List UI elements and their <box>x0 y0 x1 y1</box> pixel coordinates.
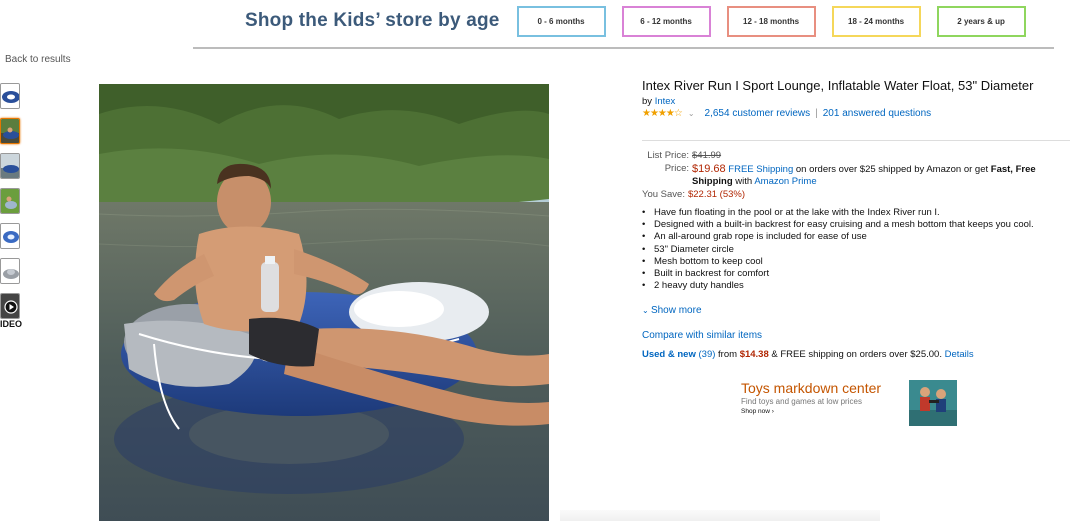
offer-count-link[interactable]: (39) <box>699 349 716 360</box>
thumbnail-3[interactable] <box>0 153 20 179</box>
brand-link[interactable]: Intex <box>655 96 676 107</box>
show-more-label: Show more <box>650 305 702 316</box>
customer-reviews-link[interactable]: 2,654 customer reviews <box>705 108 811 119</box>
price-row: Price: $19.68 FREE Shipping on orders ov… <box>642 163 1070 189</box>
from-text: from <box>718 349 738 360</box>
banner-divider <box>193 47 1054 49</box>
you-save-label: You Save: <box>642 188 685 200</box>
main-product-image[interactable] <box>99 84 549 521</box>
age-button-6-12-months[interactable]: 6 - 12 months <box>621 5 711 37</box>
by-label: by <box>642 96 653 107</box>
you-save-value: $22.31 (53%) <box>687 188 746 200</box>
offers-shipping-text: & FREE shipping on orders over $25.00. <box>771 349 942 360</box>
byline: by Intex <box>642 96 1072 107</box>
with-text: with <box>735 176 753 187</box>
details-link[interactable]: Details <box>945 349 974 360</box>
feature-bullets: Have fun floating in the pool or at the … <box>642 207 1070 293</box>
feature-bullet: An all-around grab rope is included for … <box>642 231 1070 243</box>
show-more-link[interactable]: ⌄ Show more <box>642 305 702 316</box>
price-block: List Price: $41.99 Price: $19.68 FREE Sh… <box>642 150 1070 201</box>
separator: | <box>815 108 818 119</box>
feature-bullet: 2 heavy duty handles <box>642 280 1070 292</box>
thumbnail-4[interactable] <box>0 188 20 214</box>
thumbnail-2[interactable] <box>0 118 20 144</box>
price-value: $19.68 <box>692 162 726 175</box>
free-shipping-link[interactable]: FREE Shipping <box>728 164 793 175</box>
amazon-prime-link[interactable]: Amazon Prime <box>754 176 816 187</box>
answered-questions-link[interactable]: 201 answered questions <box>823 108 931 119</box>
list-price-row: List Price: $41.99 <box>642 150 1070 163</box>
age-button-12-18-months[interactable]: 12 - 18 months <box>726 5 816 37</box>
you-save-row: You Save: $22.31 (53%) <box>642 189 1070 202</box>
from-price: $14.38 <box>739 349 769 360</box>
bottom-panel-edge <box>560 510 880 521</box>
feature-bullet: Designed with a built-in backrest for ea… <box>642 219 1070 231</box>
kids-store-banner: Shop the Kids’ store by age 0 - 6 months… <box>245 3 1042 39</box>
star-rating-icon[interactable]: ★★★★☆ <box>642 108 683 119</box>
list-price-label: List Price: <box>647 150 689 161</box>
product-info: Intex River Run I Sport Lounge, Inflatab… <box>642 77 1072 119</box>
chevron-down-icon: ⌄ <box>642 306 651 315</box>
toys-markdown-ad[interactable]: Toys markdown center Find toys and games… <box>741 380 961 430</box>
age-button-2-years-up[interactable]: 2 years & up <box>936 5 1026 37</box>
compare-similar-link[interactable]: Compare with similar items <box>642 330 762 341</box>
product-title: Intex River Run I Sport Lounge, Inflatab… <box>642 78 1034 93</box>
video-label: IDEO <box>0 319 23 329</box>
feature-bullet: 53" Diameter circle <box>642 244 1070 256</box>
rating-row: ★★★★☆ ⌄ 2,654 customer reviews | 201 ans… <box>642 108 1072 119</box>
info-divider <box>642 140 1070 141</box>
used-new-offers: Used & new (39) from $14.38 & FREE shipp… <box>642 349 974 360</box>
thumbnail-5[interactable] <box>0 223 20 249</box>
chevron-down-icon[interactable]: ⌄ <box>688 109 695 118</box>
feature-bullet: Have fun floating in the pool or at the … <box>642 207 1070 219</box>
list-price-value: $41.99 <box>692 150 722 161</box>
kids-store-title: Shop the Kids’ store by age <box>245 10 500 31</box>
ad-image <box>909 380 957 426</box>
thumbnail-6[interactable] <box>0 258 20 284</box>
shipping-text: on orders over $25 shipped by Amazon or … <box>795 163 989 175</box>
back-to-results-link[interactable]: Back to results <box>5 54 71 65</box>
feature-bullet: Mesh bottom to keep cool <box>642 256 1070 268</box>
age-button-18-24-months[interactable]: 18 - 24 months <box>831 5 921 37</box>
price-label: Price: <box>664 162 689 174</box>
thumbnail-1[interactable] <box>0 83 20 109</box>
age-button-0-6-months[interactable]: 0 - 6 months <box>516 5 606 37</box>
thumbnail-strip <box>0 83 22 328</box>
video-thumbnail[interactable] <box>0 293 20 319</box>
used-new-link[interactable]: Used & new <box>642 349 696 360</box>
feature-bullet: Built in backrest for comfort <box>642 268 1070 280</box>
